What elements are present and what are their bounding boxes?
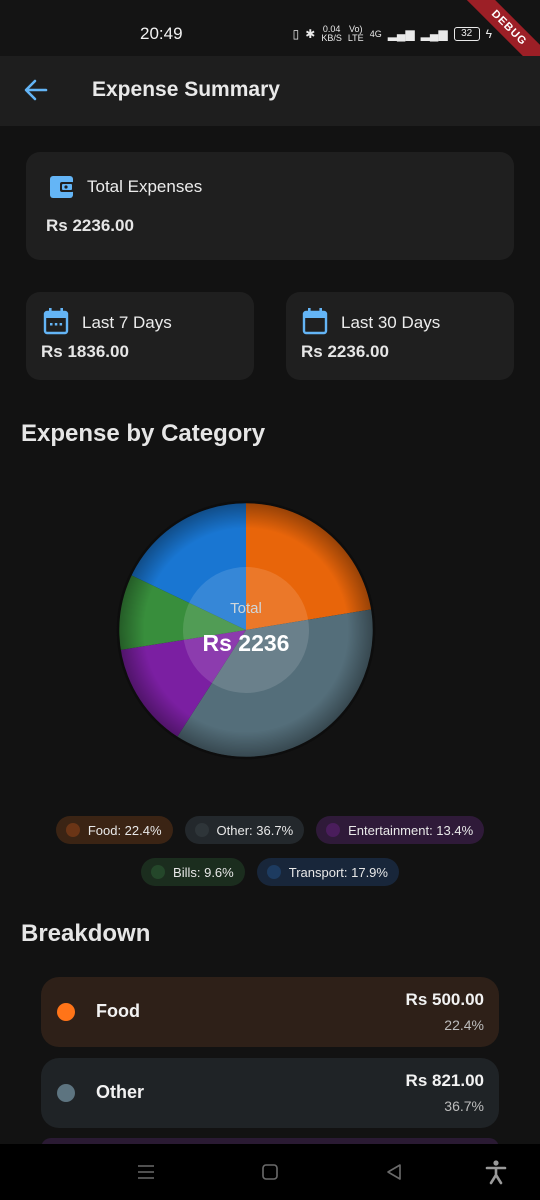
legend-item-entertainment: Entertainment: 13.4% [316, 816, 485, 844]
category-percent: 22.4% [444, 1017, 484, 1033]
legend-row-2: Bills: 9.6% Transport: 17.9% [0, 858, 540, 886]
legend-item-food: Food: 22.4% [55, 816, 173, 844]
legend-label: Transport: 17.9% [288, 864, 388, 880]
signal-icon: ▂▄▆ [387, 27, 415, 41]
charging-icon: ϟ [485, 27, 492, 41]
legend-label: Bills: 9.6% [173, 864, 234, 880]
app-bar: Expense Summary [0, 56, 540, 126]
status-bar: 20:49 ▯ ✱ 0.04 KB/S Vo) LTE 4G ▂▄▆ ▂▄▆ 3… [0, 0, 540, 82]
bluetooth-icon: ✱ [305, 27, 316, 41]
legend-item-transport: Transport: 17.9% [256, 858, 399, 886]
status-time: 20:49 [140, 24, 183, 43]
accessibility-icon[interactable] [480, 1156, 512, 1188]
status-icons: ▯ ✱ 0.04 KB/S Vo) LTE 4G ▂▄▆ ▂▄▆ 32 ϟ [293, 25, 492, 43]
legend-item-other: Other: 36.7% [184, 816, 305, 844]
breakdown-item-food[interactable]: Food Rs 500.00 22.4% [41, 977, 499, 1047]
menu-icon[interactable] [130, 1156, 162, 1188]
breakdown-item-other[interactable]: Other Rs 821.00 36.7% [41, 1058, 499, 1128]
calendar-icon [43, 308, 69, 335]
category-section-title: Expense by Category [21, 420, 266, 447]
last-7-days-card: Last 7 Days Rs 1836.00 [26, 292, 254, 380]
back-icon[interactable] [378, 1156, 410, 1188]
category-amount: Rs 821.00 [405, 1071, 484, 1090]
system-nav-bar [0, 1144, 540, 1200]
legend-dot [266, 865, 281, 879]
total-expenses-label: Total Expenses [87, 177, 203, 196]
legend-row-1: Food: 22.4% Other: 36.7% Entertainment: … [0, 816, 540, 844]
legend-item-bills: Bills: 9.6% [141, 858, 245, 886]
last-30-days-card: Last 30 Days Rs 2236.00 [286, 292, 514, 380]
wallet-icon [50, 176, 74, 198]
last-30-days-label: Last 30 Days [341, 313, 441, 332]
category-dot [57, 1003, 75, 1021]
legend-dot [326, 823, 341, 837]
volte-indicator: Vo) LTE [347, 24, 364, 43]
legend-label: Entertainment: 13.4% [348, 822, 474, 838]
calendar-icon [302, 308, 328, 335]
legend-label: Other: 36.7% [216, 822, 294, 838]
legend-dot [151, 865, 166, 879]
category-pie-chart: Total Rs 2236 [110, 494, 382, 766]
category-name: Food [96, 1001, 140, 1021]
category-name: Other [96, 1082, 145, 1102]
category-dot [57, 1084, 75, 1102]
legend-dot [65, 823, 80, 837]
battery-level: 32 [453, 27, 480, 41]
page-title: Expense Summary [92, 78, 280, 101]
category-percent: 36.7% [444, 1098, 484, 1114]
signal-2-icon: ▂▄▆ [420, 27, 448, 41]
last-7-days-label: Last 7 Days [82, 313, 172, 332]
pie-center-label: Total [230, 600, 262, 617]
vibrate-icon: ▯ [292, 27, 300, 41]
total-expenses-card: Total Expenses Rs 2236.00 [26, 152, 514, 260]
network-type: 4G [369, 28, 382, 39]
total-expenses-value: Rs 2236.00 [46, 216, 134, 235]
home-icon[interactable] [254, 1156, 286, 1188]
breakdown-section-title: Breakdown [21, 920, 151, 947]
category-amount: Rs 500.00 [405, 990, 484, 1009]
net-speed: 0.04 KB/S [321, 24, 342, 43]
legend-dot [194, 823, 209, 837]
arrow-left-icon [24, 79, 48, 101]
legend-label: Food: 22.4% [87, 822, 162, 838]
last-30-days-value: Rs 2236.00 [301, 342, 389, 361]
pie-center-value: Rs 2236 [202, 630, 290, 656]
back-button[interactable] [20, 74, 52, 106]
last-7-days-value: Rs 1836.00 [41, 342, 129, 361]
